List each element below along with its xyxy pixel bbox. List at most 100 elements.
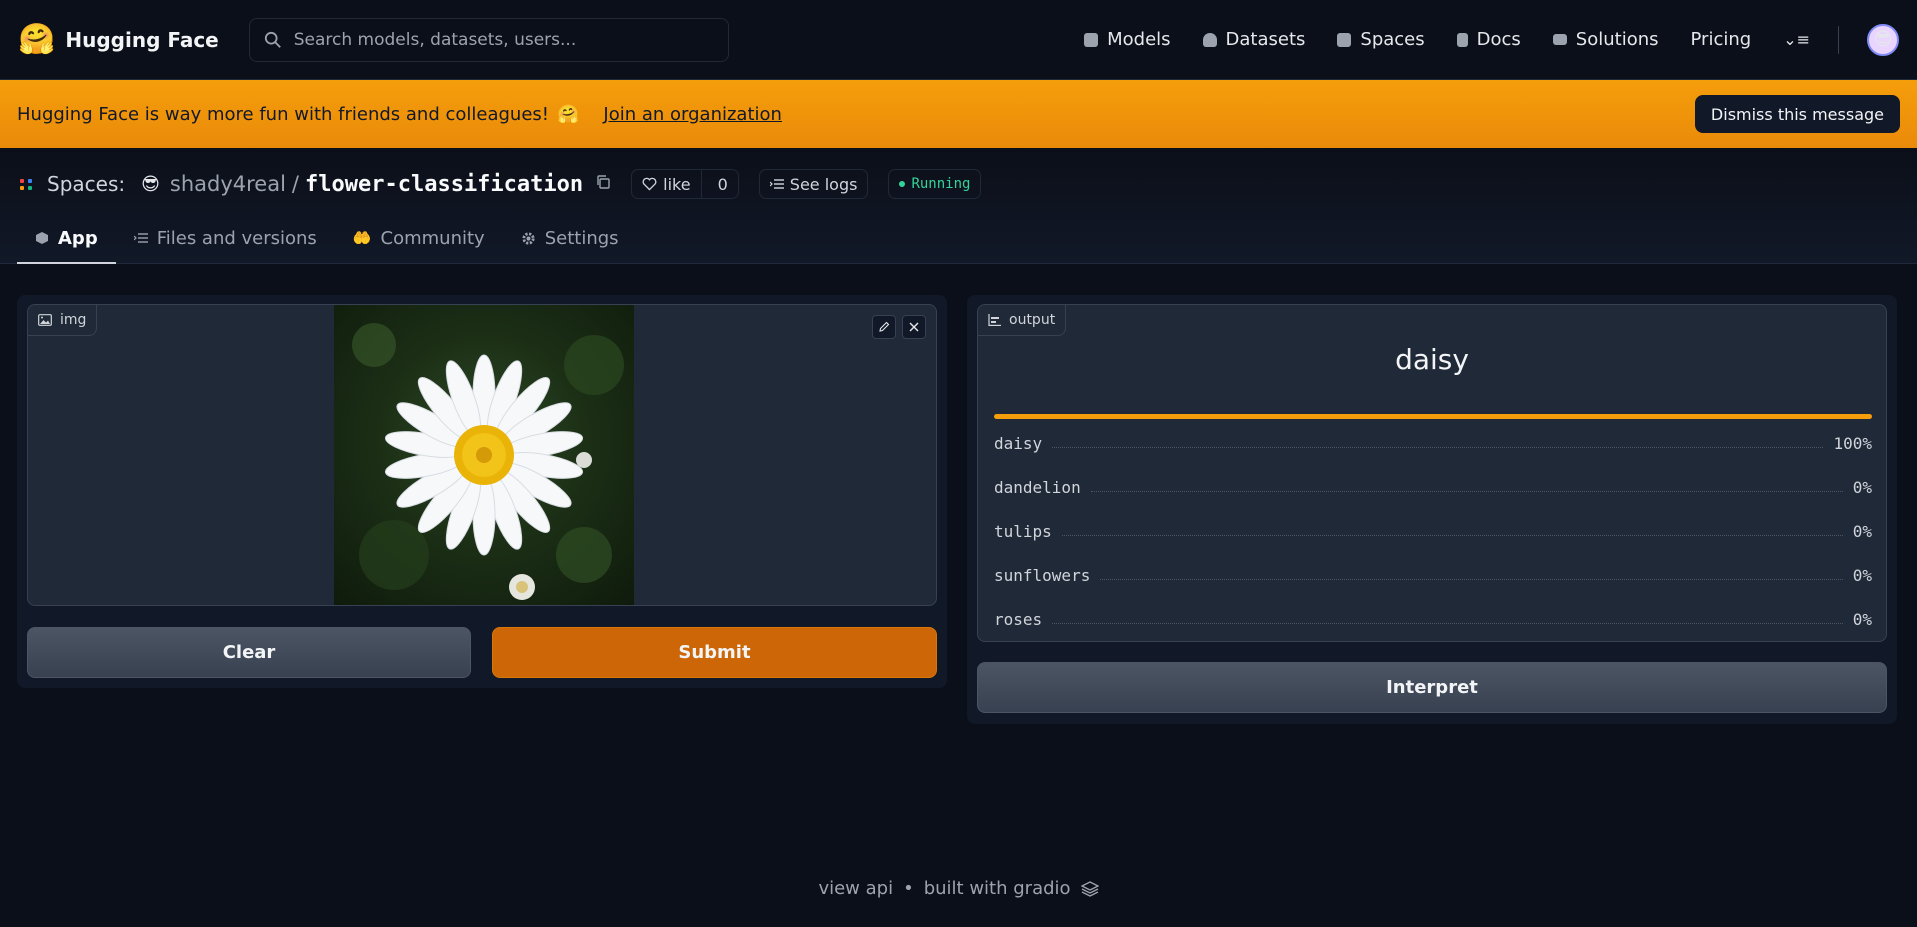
banner-text: Hugging Face is way more fun with friend…: [17, 103, 549, 125]
brand-name: Hugging Face: [65, 27, 219, 52]
output-label: output: [978, 305, 1067, 336]
owner-avatar: 😎: [141, 173, 160, 195]
nav-docs-label: Docs: [1476, 29, 1521, 50]
confidence-bar: [994, 414, 1872, 419]
image-label-text: img: [60, 312, 87, 328]
class-confidence: 0%: [1852, 477, 1872, 497]
close-icon[interactable]: [902, 315, 926, 339]
status-dot-icon: [899, 181, 906, 187]
nav-solutions-label: Solutions: [1575, 29, 1659, 50]
tab-files-label: Files and versions: [156, 227, 317, 249]
confidence-bar-fill: [994, 414, 1872, 419]
class-name: roses: [994, 609, 1043, 629]
see-logs-button[interactable]: See logs: [758, 169, 869, 199]
bar-chart-icon: [988, 314, 1001, 326]
interpret-button[interactable]: Interpret: [977, 662, 1887, 713]
space-owner-link[interactable]: shady4real: [170, 172, 286, 196]
datasets-database-icon: [1202, 32, 1217, 47]
org-banner: Hugging Face is way more fun with friend…: [0, 80, 1917, 148]
predicted-label: daisy: [1395, 343, 1469, 376]
image-input[interactable]: img: [27, 304, 937, 606]
gradio-logo-icon: [1080, 880, 1099, 897]
status-label: Running: [911, 176, 971, 192]
list-item[interactable]: daisy 100%: [994, 421, 1872, 465]
space-tabs: App Files and versions 🤲 Community Setti…: [17, 214, 637, 264]
nav-models[interactable]: Models: [1084, 29, 1171, 50]
community-hands-icon: 🤲: [352, 229, 372, 247]
label-output: output daisy daisy 100% dandelion 0% tulip…: [977, 304, 1887, 642]
space-repo-name[interactable]: flower-classification: [305, 172, 583, 197]
class-confidence: 0%: [1852, 565, 1872, 585]
brand[interactable]: 🤗 Hugging Face: [18, 21, 219, 57]
user-avatar[interactable]: 😎: [1867, 23, 1899, 56]
nav-datasets-label: Datasets: [1225, 29, 1306, 50]
search-icon: [264, 31, 281, 48]
hugging-emoji-icon: 🤗: [556, 103, 580, 125]
see-logs-label: See logs: [789, 174, 858, 194]
class-confidence: 100%: [1833, 433, 1872, 453]
tab-settings-label: Settings: [544, 227, 619, 249]
nav-spaces-label: Spaces: [1360, 29, 1425, 50]
hugging-face-logo-icon: 🤗: [18, 21, 56, 57]
docs-book-icon: [1456, 32, 1468, 47]
nav-docs[interactable]: Docs: [1456, 29, 1521, 50]
image-icon: [38, 314, 52, 326]
submit-button[interactable]: Submit: [492, 627, 937, 678]
built-with-gradio-link[interactable]: built with gradio: [924, 878, 1071, 899]
like-button[interactable]: like 0: [631, 169, 739, 199]
logs-icon: [769, 179, 784, 189]
join-organization-link[interactable]: Join an organization: [603, 104, 782, 125]
path-separator: /: [291, 172, 299, 196]
nav-spaces[interactable]: Spaces: [1337, 29, 1425, 50]
tab-settings[interactable]: Settings: [503, 214, 637, 264]
tab-app-label: App: [58, 227, 98, 249]
list-item[interactable]: tulips 0%: [994, 509, 1872, 553]
dismiss-message-button[interactable]: Dismiss this message: [1694, 95, 1900, 133]
output-label-text: output: [1009, 312, 1056, 328]
nav-pricing-label: Pricing: [1690, 29, 1752, 50]
clear-button[interactable]: Clear: [27, 627, 471, 678]
heart-icon: [642, 177, 657, 191]
tab-community-label: Community: [380, 227, 485, 249]
list-item[interactable]: dandelion 0%: [994, 465, 1872, 509]
nav-solutions[interactable]: Solutions: [1552, 29, 1659, 50]
search-input[interactable]: [293, 29, 714, 50]
nav-links: Models Datasets Spaces Docs Solutions Pr…: [1084, 29, 1810, 50]
class-name: dandelion: [994, 477, 1081, 497]
spaces-label: Spaces:: [47, 172, 126, 196]
files-icon: [133, 233, 148, 243]
spaces-grid-icon: [1337, 32, 1352, 47]
input-panel: img Clear Submit: [17, 295, 947, 688]
tab-files-and-versions[interactable]: Files and versions: [116, 214, 335, 264]
space-title-row: Spaces: 😎 shady4real / flower-classifica…: [20, 168, 982, 200]
search-box[interactable]: [248, 17, 729, 62]
spaces-dots-icon: [20, 178, 33, 190]
edit-pencil-icon[interactable]: [872, 315, 896, 339]
class-name: sunflowers: [994, 565, 1091, 585]
models-cube-icon: [1084, 32, 1099, 47]
list-item[interactable]: sunflowers 0%: [994, 553, 1872, 597]
top-navbar: 🤗 Hugging Face Models Datasets Spaces Do…: [0, 0, 1917, 80]
app-cube-icon: [36, 232, 48, 244]
nav-divider: [1838, 25, 1839, 54]
space-header: Spaces: 😎 shady4real / flower-classifica…: [0, 148, 1917, 264]
view-api-link[interactable]: view api: [818, 878, 893, 899]
class-name: tulips: [994, 521, 1052, 541]
nav-pricing[interactable]: Pricing: [1691, 29, 1752, 50]
more-menu-icon[interactable]: ⌄≡: [1783, 30, 1810, 49]
copy-icon[interactable]: [595, 174, 611, 194]
tab-community[interactable]: 🤲 Community: [335, 214, 503, 264]
nav-models-label: Models: [1107, 29, 1171, 50]
footer: view api • built with gradio: [0, 878, 1917, 899]
image-input-label: img: [28, 305, 98, 336]
class-confidence: 0%: [1852, 521, 1872, 541]
tab-app[interactable]: App: [17, 214, 116, 264]
list-item[interactable]: roses 0%: [994, 597, 1872, 641]
footer-bullet: •: [903, 878, 914, 899]
class-confidence: 0%: [1852, 609, 1872, 629]
like-count: 0: [717, 174, 728, 194]
like-label: like: [663, 174, 691, 194]
status-badge: Running: [888, 169, 982, 199]
nav-datasets[interactable]: Datasets: [1202, 29, 1306, 50]
solutions-briefcase-icon: [1552, 34, 1567, 45]
